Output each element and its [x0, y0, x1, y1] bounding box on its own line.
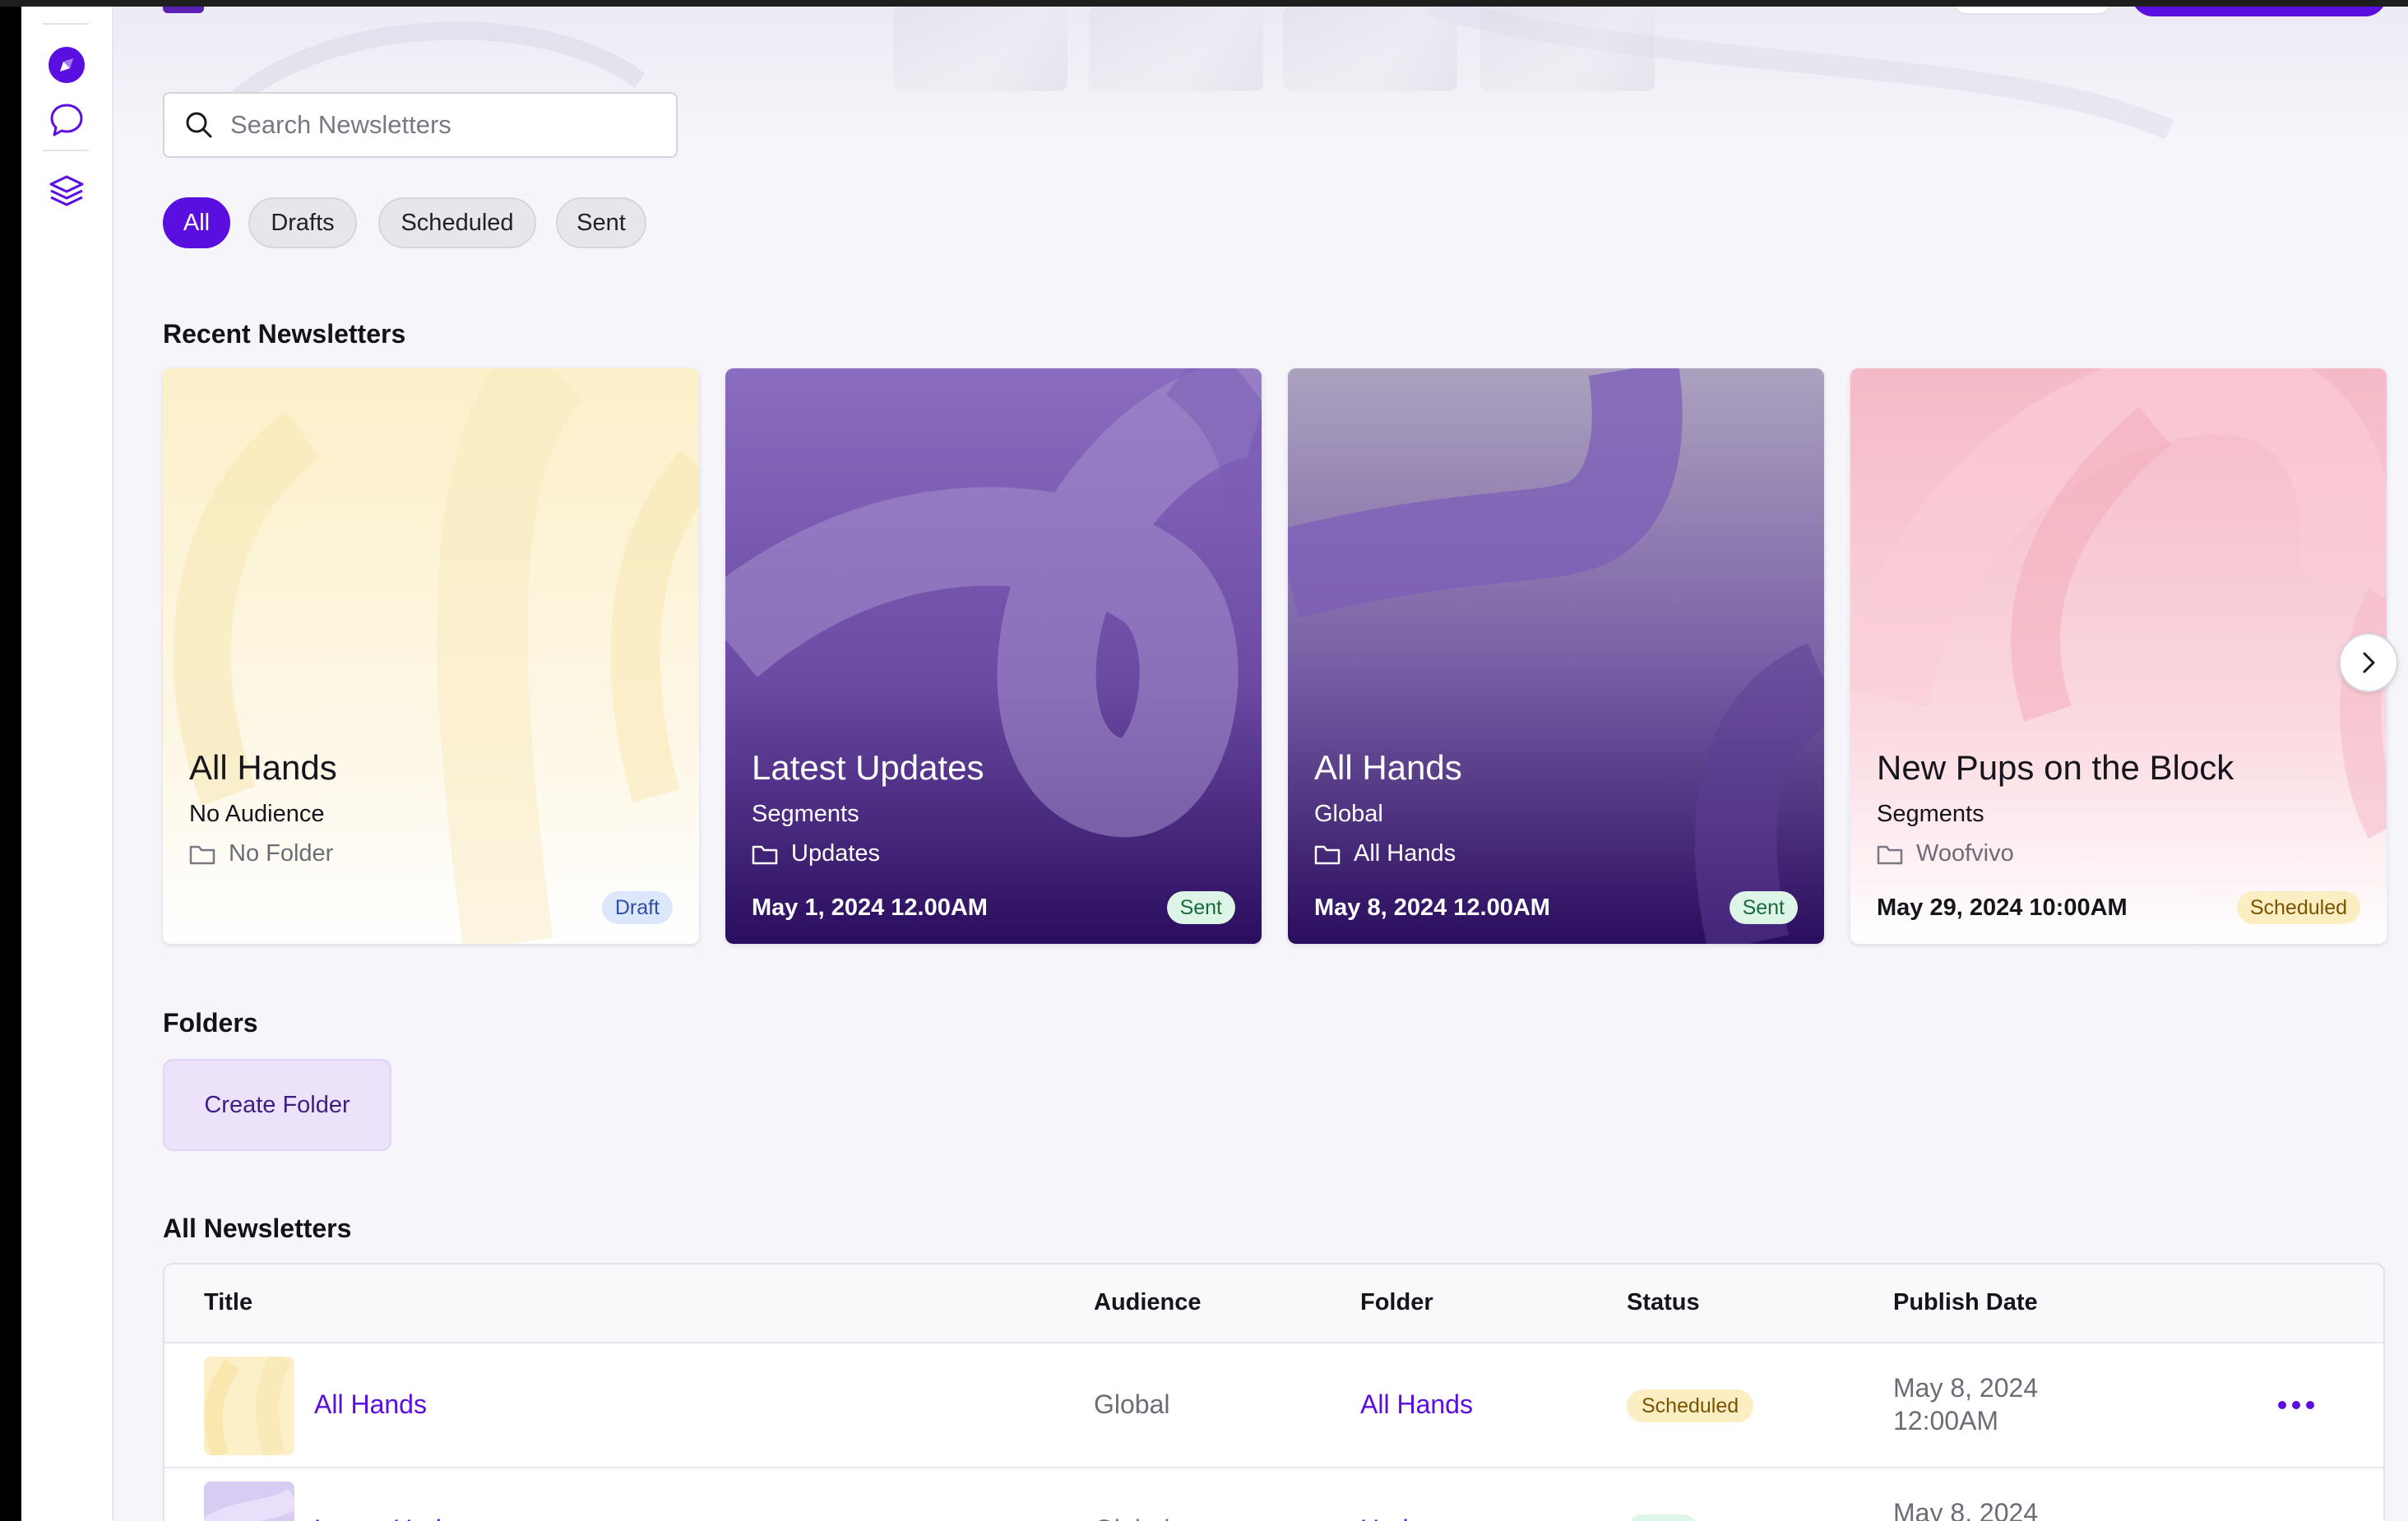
filter-scheduled[interactable]: Scheduled — [378, 197, 536, 248]
hero-photo — [1283, 7, 1457, 91]
card-folder: No Folder — [189, 840, 333, 867]
hero-photo — [893, 7, 1067, 91]
card-title: All Hands — [189, 748, 337, 787]
card-folder: Updates — [752, 840, 880, 867]
folder-icon — [752, 845, 778, 864]
column-header-publish-date[interactable]: Publish Date — [1893, 1289, 2038, 1316]
primary-header-button[interactable] — [2132, 7, 2387, 16]
status-badge: Sent — [1627, 1514, 1699, 1521]
card-audience: Global — [1314, 801, 1383, 827]
card-audience: Segments — [1877, 801, 1984, 827]
column-header-title[interactable]: Title — [204, 1289, 252, 1316]
folders-heading: Folders — [163, 1008, 258, 1038]
card-folder-label: Woofvivo — [1916, 840, 2014, 867]
secondary-header-button[interactable] — [1954, 7, 2110, 15]
newsletter-title-link[interactable]: Latest Updates — [314, 1514, 491, 1521]
status-badge: Sent — [1166, 891, 1235, 924]
column-header-folder[interactable]: Folder — [1360, 1289, 1433, 1316]
column-header-status[interactable]: Status — [1627, 1289, 1700, 1316]
app-rail — [21, 7, 113, 1521]
card-folder-label: All Hands — [1354, 840, 1456, 867]
main-content: All Drafts Scheduled Sent Recent Newslet… — [113, 7, 2408, 1521]
filter-sent[interactable]: Sent — [556, 197, 646, 248]
newsletters-page: All Drafts Scheduled Sent Recent Newslet… — [21, 7, 2408, 1521]
table-header: Title Audience Folder Status Publish Dat… — [164, 1264, 2383, 1343]
recent-card[interactable]: Latest Updates Segments Updates May 1, 2… — [725, 368, 1262, 944]
card-folder: All Hands — [1314, 840, 1456, 867]
chat-bubble-icon[interactable] — [46, 99, 87, 141]
folder-link[interactable]: Updates — [1360, 1514, 1458, 1521]
audience-cell: Global — [1094, 1514, 1170, 1521]
window-top-bar — [0, 0, 2408, 7]
recent-card[interactable]: New Pups on the Block Segments Woofvivo … — [1850, 368, 2387, 944]
publish-date: May 8, 2024 — [1893, 1498, 2039, 1521]
column-header-audience[interactable]: Audience — [1094, 1289, 1202, 1316]
card-date: May 8, 2024 12.00AM — [1314, 895, 1550, 921]
table-row[interactable]: Latest Updates Global Updates Sent May 8… — [164, 1468, 2383, 1521]
status-badge: Scheduled — [2236, 891, 2360, 924]
rail-divider — [43, 23, 89, 25]
newsletter-title-link[interactable]: All Hands — [314, 1389, 427, 1420]
filter-drafts[interactable]: Drafts — [248, 197, 357, 248]
card-audience: Segments — [752, 801, 859, 827]
page-title-icon — [163, 7, 204, 13]
folder-icon — [1877, 845, 1903, 864]
recent-card[interactable]: All Hands Global All Hands May 8, 2024 1… — [1288, 368, 1824, 944]
folder-icon — [1314, 845, 1341, 864]
compass-icon[interactable] — [46, 44, 87, 86]
card-title: All Hands — [1314, 748, 1462, 787]
folder-link[interactable]: All Hands — [1360, 1389, 1473, 1420]
card-title: New Pups on the Block — [1877, 748, 2234, 787]
card-folder: Woofvivo — [1877, 840, 2014, 867]
recent-newsletters-heading: Recent Newsletters — [163, 319, 406, 349]
recent-card[interactable]: All Hands No Audience No Folder Draft — [163, 368, 699, 944]
status-badge: Sent — [1729, 891, 1798, 924]
chevron-right-icon — [2363, 652, 2375, 673]
rail-divider — [43, 150, 89, 151]
card-date: May 29, 2024 10:00AM — [1877, 895, 2128, 921]
table-row[interactable]: All Hands Global All Hands Scheduled May… — [164, 1343, 2383, 1468]
card-title: Latest Updates — [752, 748, 984, 787]
newsletter-thumbnail — [204, 1482, 294, 1521]
create-folder-button[interactable]: Create Folder — [163, 1059, 391, 1151]
search-input[interactable] — [230, 110, 658, 140]
filter-all[interactable]: All — [163, 197, 230, 248]
publish-time: 12:00AM — [1893, 1406, 1999, 1435]
card-folder-label: No Folder — [229, 840, 334, 867]
layers-icon[interactable] — [46, 171, 87, 212]
status-badge: Scheduled — [1627, 1389, 1754, 1422]
hero-photo — [1480, 7, 1655, 91]
newsletter-thumbnail — [204, 1357, 294, 1455]
hero-photo — [1089, 7, 1263, 91]
newsletters-table: Title Audience Folder Status Publish Dat… — [163, 1263, 2385, 1521]
more-options-icon[interactable] — [2271, 1518, 2321, 1521]
card-date: May 1, 2024 12.00AM — [752, 895, 988, 921]
search-box — [163, 92, 678, 158]
all-newsletters-heading: All Newsletters — [163, 1214, 352, 1243]
more-options-icon[interactable] — [2271, 1393, 2321, 1417]
carousel-next-button[interactable] — [2339, 633, 2398, 692]
publish-date: May 8, 2024 — [1893, 1373, 2039, 1403]
folder-icon — [189, 845, 215, 864]
card-audience: No Audience — [189, 801, 325, 827]
audience-cell: Global — [1094, 1389, 1170, 1419]
card-folder-label: Updates — [791, 840, 881, 867]
status-badge: Draft — [601, 891, 673, 924]
search-icon — [183, 109, 215, 141]
